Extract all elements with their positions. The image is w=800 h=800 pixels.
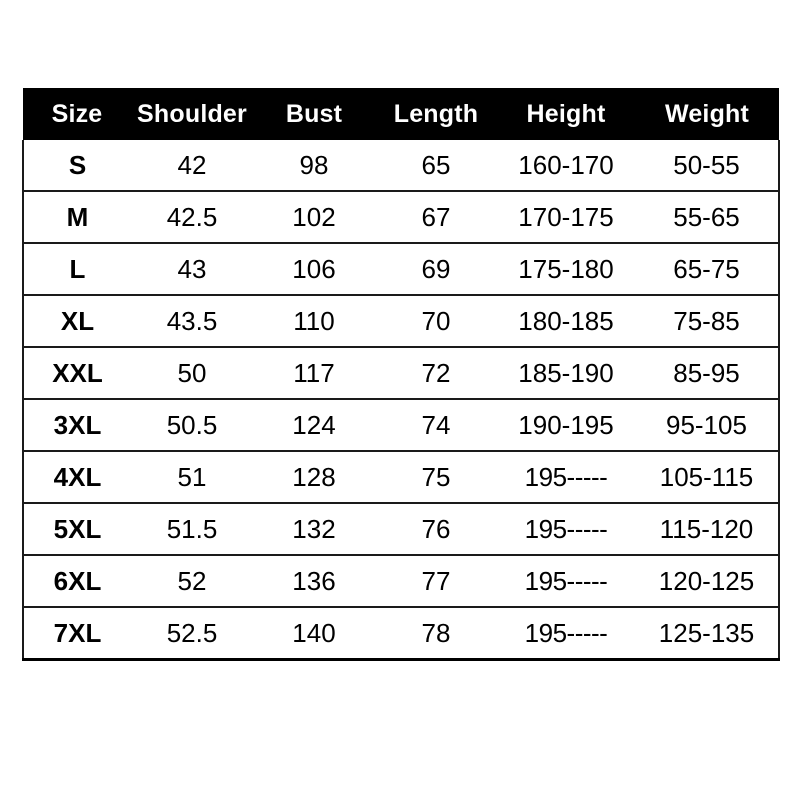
- cell-weight: 125-135: [635, 606, 780, 661]
- cell-bust: 140: [253, 606, 375, 661]
- cell-shoulder: 42.5: [131, 190, 253, 243]
- cell-weight: 55-65: [635, 190, 780, 243]
- cell-height: 195-----: [497, 606, 635, 661]
- table-row: S 42 98 65 160-170 50-55: [22, 140, 780, 191]
- column-header-bust: Bust: [253, 88, 375, 140]
- cell-height: 180-185: [497, 294, 635, 347]
- cell-bust: 132: [253, 502, 375, 555]
- table-body: S 42 98 65 160-170 50-55 M 42.5 102 67 170-175 55-6…: [22, 140, 780, 661]
- cell-size: XL: [22, 294, 131, 347]
- cell-bust: 102: [253, 190, 375, 243]
- cell-height: 195-----: [497, 450, 635, 503]
- table-row: XL 43.5 110 70 180-185 75-85: [22, 294, 780, 347]
- cell-size: 4XL: [22, 450, 131, 503]
- cell-shoulder: 51.5: [131, 502, 253, 555]
- cell-weight: 120-125: [635, 554, 780, 607]
- cell-bust: 117: [253, 346, 375, 399]
- cell-weight: 85-95: [635, 346, 780, 399]
- cell-shoulder: 50.5: [131, 398, 253, 451]
- cell-bust: 124: [253, 398, 375, 451]
- cell-length: 77: [375, 554, 497, 607]
- cell-shoulder: 52: [131, 554, 253, 607]
- size-chart-container: Size Shoulder Bust Length Height Weight …: [22, 88, 780, 661]
- column-header-shoulder: Shoulder: [131, 88, 253, 140]
- cell-size: 5XL: [22, 502, 131, 555]
- table-row: 5XL 51.5 132 76 195----- 115-120: [22, 502, 780, 555]
- cell-shoulder: 43: [131, 242, 253, 295]
- cell-size: 3XL: [22, 398, 131, 451]
- cell-length: 75: [375, 450, 497, 503]
- table-header: Size Shoulder Bust Length Height Weight: [23, 88, 779, 140]
- cell-weight: 105-115: [635, 450, 780, 503]
- cell-length: 65: [375, 140, 497, 191]
- cell-size: 7XL: [22, 606, 131, 661]
- cell-length: 74: [375, 398, 497, 451]
- cell-height: 185-190: [497, 346, 635, 399]
- cell-size: L: [22, 242, 131, 295]
- cell-height: 170-175: [497, 190, 635, 243]
- cell-bust: 98: [253, 140, 375, 191]
- table-row: M 42.5 102 67 170-175 55-65: [22, 190, 780, 243]
- cell-height: 160-170: [497, 140, 635, 191]
- cell-shoulder: 51: [131, 450, 253, 503]
- size-chart-table: Size Shoulder Bust Length Height Weight …: [22, 88, 780, 661]
- table-row: 7XL 52.5 140 78 195----- 125-135: [22, 606, 780, 661]
- cell-bust: 128: [253, 450, 375, 503]
- cell-shoulder: 52.5: [131, 606, 253, 661]
- column-header-height: Height: [497, 88, 635, 140]
- cell-bust: 106: [253, 242, 375, 295]
- cell-weight: 75-85: [635, 294, 780, 347]
- column-header-length: Length: [375, 88, 497, 140]
- cell-shoulder: 50: [131, 346, 253, 399]
- cell-weight: 50-55: [635, 140, 780, 191]
- table-row: 3XL 50.5 124 74 190-195 95-105: [22, 398, 780, 451]
- size-chart-page: Size Shoulder Bust Length Height Weight …: [0, 0, 800, 800]
- header-row: Size Shoulder Bust Length Height Weight: [23, 88, 779, 140]
- table-row: 6XL 52 136 77 195----- 120-125: [22, 554, 780, 607]
- cell-shoulder: 42: [131, 140, 253, 191]
- cell-size: 6XL: [22, 554, 131, 607]
- cell-length: 78: [375, 606, 497, 661]
- cell-height: 195-----: [497, 502, 635, 555]
- cell-weight: 115-120: [635, 502, 780, 555]
- column-header-size: Size: [23, 88, 131, 140]
- cell-length: 76: [375, 502, 497, 555]
- cell-length: 70: [375, 294, 497, 347]
- cell-bust: 110: [253, 294, 375, 347]
- table-row: XXL 50 117 72 185-190 85-95: [22, 346, 780, 399]
- cell-height: 175-180: [497, 242, 635, 295]
- cell-length: 67: [375, 190, 497, 243]
- cell-shoulder: 43.5: [131, 294, 253, 347]
- cell-height: 190-195: [497, 398, 635, 451]
- table-row: 4XL 51 128 75 195----- 105-115: [22, 450, 780, 503]
- cell-weight: 65-75: [635, 242, 780, 295]
- cell-size: S: [22, 140, 131, 191]
- cell-size: M: [22, 190, 131, 243]
- cell-length: 69: [375, 242, 497, 295]
- cell-size: XXL: [22, 346, 131, 399]
- cell-height: 195-----: [497, 554, 635, 607]
- cell-bust: 136: [253, 554, 375, 607]
- cell-weight: 95-105: [635, 398, 780, 451]
- table-row: L 43 106 69 175-180 65-75: [22, 242, 780, 295]
- column-header-weight: Weight: [635, 88, 779, 140]
- cell-length: 72: [375, 346, 497, 399]
